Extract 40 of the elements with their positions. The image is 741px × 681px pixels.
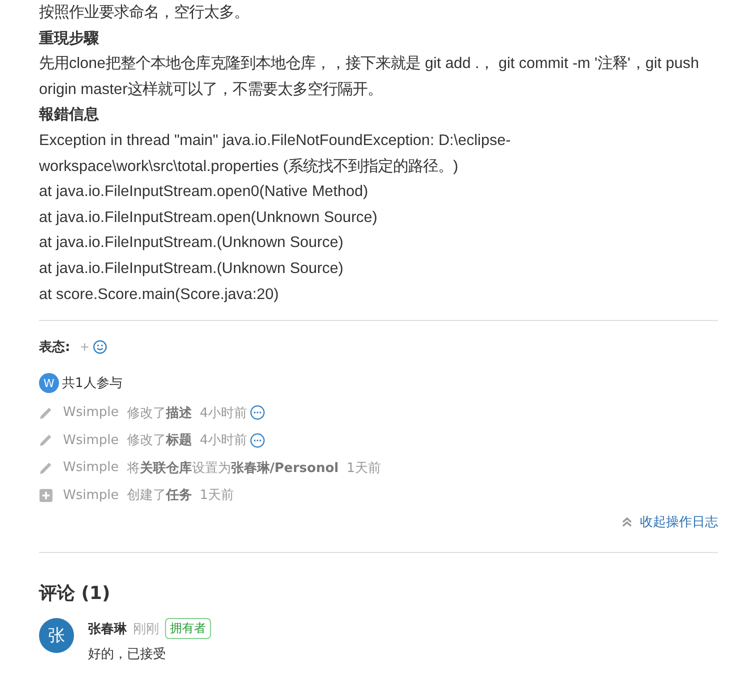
user-avatar: 张	[39, 618, 74, 654]
description-text: at java.io.FileInputStream.(Unknown Source)	[39, 258, 344, 279]
log-action: 创建了任务	[126, 487, 192, 504]
log-time: 1天前	[346, 460, 381, 477]
plus-square-icon	[39, 488, 53, 502]
section-heading: 報錯信息	[39, 104, 100, 126]
section-heading: 重現步驟	[39, 28, 100, 49]
owner-badge: 拥有者	[165, 618, 211, 640]
more-icon[interactable]	[250, 432, 266, 448]
comment-text: 好的，已接受	[88, 646, 167, 664]
description-text: at java.io.FileInputStream.open0(Native Method)	[39, 182, 370, 202]
comment-author: 张春琳	[88, 620, 127, 638]
log-user: Wsimple	[63, 405, 119, 420]
description-text: at java.io.FileInputStream.open(Unknown Source)	[39, 208, 378, 228]
log-user: Wsimple	[63, 460, 119, 476]
collapse-log-link[interactable]: 收起操作日志	[640, 513, 718, 532]
description-text: at java.io.FileInputStream.(Unknown Source)	[39, 233, 344, 254]
description-text: 先用clone把整个本地仓库克隆到本地仓库，，接下来就是 git add .， git commit -m '注释'，git push origin master这样就可以了，不需要太多空行隔开。	[39, 54, 700, 100]
pencil-icon	[39, 406, 53, 420]
more-icon[interactable]	[250, 405, 266, 420]
pencil-icon	[39, 460, 53, 475]
log-time: 4小时前	[200, 404, 248, 422]
participants-count: 共1人参与	[62, 375, 122, 392]
description-text: 按照作业要求命名，空行太多。	[39, 3, 250, 23]
log-time: 1天前	[200, 487, 234, 504]
pencil-icon	[39, 433, 53, 448]
log-user: Wsimple	[63, 488, 119, 503]
comments-title: 评论 (1)	[39, 582, 112, 606]
log-action: 修改了描述	[126, 404, 192, 422]
user-avatar: W	[39, 373, 59, 394]
log-action: 将关联仓库设置为张春琳/Personol	[126, 460, 339, 477]
log-user: Wsimple	[63, 432, 119, 448]
smiley-icon[interactable]	[92, 340, 107, 354]
description-text: at score.Score.main(Score.java:20)	[39, 284, 280, 305]
comment-time: 刚刚	[133, 620, 159, 638]
log-time: 4小时前	[200, 432, 248, 450]
description-text: Exception in thread "main" java.io.FileNotFoundException: D:\eclipse-workspace\work\src\total.properties (系统找不到指定的路径。)	[39, 130, 512, 177]
reactions-label: 表态:	[39, 339, 70, 356]
log-action: 修改了标题	[126, 432, 192, 450]
double-chevron-up-icon	[622, 517, 632, 528]
